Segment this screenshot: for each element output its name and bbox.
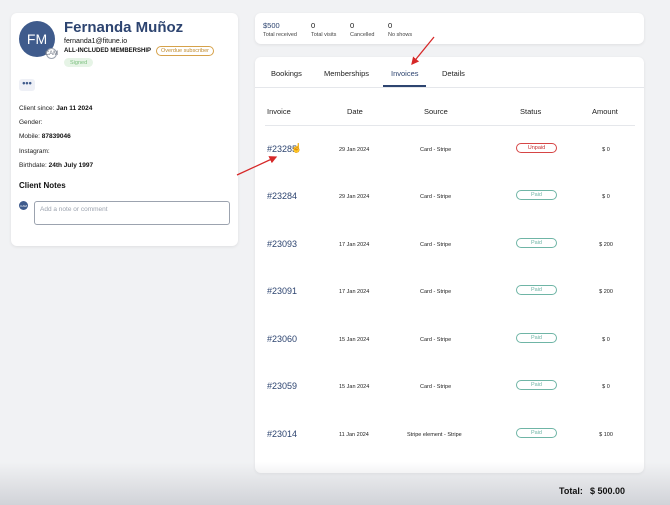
invoice-date: 17 Jan 2024 (339, 242, 370, 248)
detail-value: 24th July 1997 (48, 162, 94, 169)
status-badge: Paid (516, 428, 557, 438)
invoice-amount: $ 0 (602, 384, 610, 390)
invoice-date: 29 Jan 2024 (339, 194, 370, 200)
status-badge: Paid (516, 190, 557, 200)
footer-total-label: Total: (559, 486, 583, 496)
invoice-amount: $ 0 (602, 337, 610, 343)
table-row[interactable]: #23059 15 Jan 2024 Card - Stripe Paid $ … (255, 380, 644, 404)
table-row[interactable]: #23285 29 Jan 2024 Card - Stripe Unpaid … (255, 143, 644, 167)
invoice-source: Card - Stripe (420, 242, 452, 248)
stat-value: 0 (350, 21, 355, 30)
stat-cancelled: 0 Cancelled (350, 21, 374, 38)
tab-details[interactable]: Details (442, 69, 465, 78)
signed-badge: Signed (64, 58, 94, 67)
invoice-source: Card - Stripe (420, 147, 452, 153)
client-name: Fernanda Muñoz (64, 19, 184, 36)
invoice-link[interactable]: #23060 (267, 334, 297, 344)
detail-label: Mobile: (19, 133, 40, 140)
invoice-date: 15 Jan 2024 (339, 384, 370, 390)
overdue-subscriber-badge: Overdue subscriber (156, 46, 214, 56)
instagram-row: Instagram: (19, 148, 50, 155)
client-since-row: Client since: Jan 11 2024 (19, 105, 92, 112)
mobile-row: Mobile: 87839046 (19, 133, 71, 140)
table-row[interactable]: #23284 29 Jan 2024 Card - Stripe Paid $ … (255, 190, 644, 214)
stat-value: $500 (263, 21, 280, 30)
status-badge: Paid (516, 380, 557, 390)
detail-label: Birthdate: (19, 162, 47, 169)
invoice-link[interactable]: #23091 (267, 286, 297, 296)
invoice-source: Card - Stripe (420, 194, 452, 200)
stat-label: No shows (388, 32, 413, 38)
invoice-source: Card - Stripe (420, 337, 452, 343)
status-badge: Paid (516, 238, 557, 248)
stat-value: 0 (311, 21, 316, 30)
column-header-date: Date (347, 107, 363, 116)
invoice-source: Card - Stripe (420, 289, 452, 295)
invoice-date: 17 Jan 2024 (339, 289, 370, 295)
client-notes-title: Client Notes (19, 181, 66, 190)
invoice-link[interactable]: #23059 (267, 381, 297, 391)
stat-total-received: $500 Total received (263, 21, 297, 38)
invoice-link[interactable]: #23284 (267, 191, 297, 201)
hand-cursor-icon: ☝ (291, 143, 303, 153)
stat-label: Total visits (311, 32, 337, 38)
table-row[interactable]: #23091 17 Jan 2024 Card - Stripe Paid $ … (255, 285, 644, 309)
tab-invoices[interactable]: Invoices (391, 69, 419, 78)
tab-memberships[interactable]: Memberships (324, 69, 369, 78)
client-profile-card: FM CAM Fernanda Muñoz fernanda1@fitune.i… (11, 13, 238, 246)
stat-label: Total received (263, 32, 297, 38)
status-badge: Unpaid (516, 143, 557, 153)
invoice-amount: $ 200 (599, 242, 613, 248)
invoice-source: Card - Stripe (420, 384, 452, 390)
invoice-amount: $ 0 (602, 147, 610, 153)
invoice-amount: $ 100 (599, 432, 613, 438)
stat-value: 0 (388, 21, 393, 30)
detail-value: Jan 11 2024 (56, 105, 93, 112)
membership-row: ALL-INCLUDED MEMBERSHIP Overdue subscrib… (64, 46, 214, 56)
footer-bar (0, 462, 670, 505)
column-header-status: Status (520, 107, 542, 116)
invoice-date: 29 Jan 2024 (339, 147, 370, 153)
table-row[interactable]: #23014 11 Jan 2024 Stripe element - Stri… (255, 428, 644, 452)
note-author-avatar: CAM (19, 201, 28, 210)
column-header-source: Source (424, 107, 448, 116)
membership-label: ALL-INCLUDED MEMBERSHIP (64, 48, 151, 54)
tab-bar: Bookings Memberships Invoices Details (255, 57, 644, 88)
invoices-card: Bookings Memberships Invoices Details In… (255, 57, 644, 473)
client-stats-card: $500 Total received 0 Total visits 0 Can… (255, 13, 644, 44)
table-row[interactable]: #23060 15 Jan 2024 Card - Stripe Paid $ … (255, 333, 644, 357)
stat-label: Cancelled (350, 32, 375, 38)
client-email: fernanda1@fitune.io (64, 38, 128, 45)
more-options-button[interactable]: ••• (19, 79, 35, 91)
invoice-amount: $ 0 (602, 194, 610, 200)
footer-total-value: $ 500.00 (590, 486, 626, 496)
table-row[interactable]: #23093 17 Jan 2024 Card - Stripe Paid $ … (255, 238, 644, 262)
invoice-source: Stripe element - Stripe (407, 432, 462, 438)
detail-label: Client since: (19, 105, 55, 112)
stat-no-shows: 0 No shows (388, 21, 412, 38)
status-badge: Paid (516, 285, 557, 295)
birthdate-row: Birthdate: 24th July 1997 (19, 162, 93, 169)
gender-row: Gender: (19, 119, 43, 126)
column-header-amount: Amount (592, 107, 618, 116)
column-header-invoice: Invoice (267, 107, 291, 116)
invoice-date: 11 Jan 2024 (339, 432, 369, 438)
detail-label: Instagram: (19, 148, 50, 155)
header-divider (265, 125, 635, 126)
camera-icon[interactable]: CAM (45, 48, 58, 59)
detail-value: 87839046 (41, 133, 71, 140)
note-input[interactable] (34, 201, 230, 225)
invoice-link[interactable]: #23014 (267, 429, 297, 439)
tab-bookings[interactable]: Bookings (271, 69, 302, 78)
invoice-amount: $ 200 (599, 289, 613, 295)
stat-total-visits: 0 Total visits (311, 21, 336, 38)
detail-label: Gender: (19, 119, 43, 126)
invoice-link[interactable]: #23093 (267, 239, 297, 249)
status-badge: Paid (516, 333, 557, 343)
active-tab-indicator (383, 85, 426, 87)
invoice-date: 15 Jan 2024 (339, 337, 370, 343)
